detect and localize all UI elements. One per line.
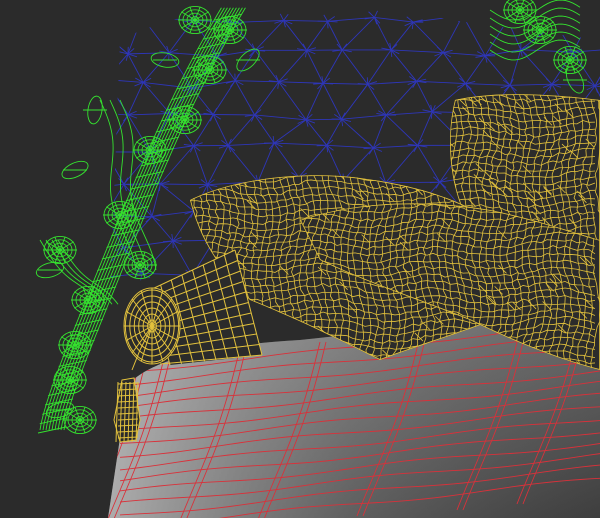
scene-render — [0, 0, 600, 518]
3d-viewport[interactable] — [0, 0, 600, 518]
